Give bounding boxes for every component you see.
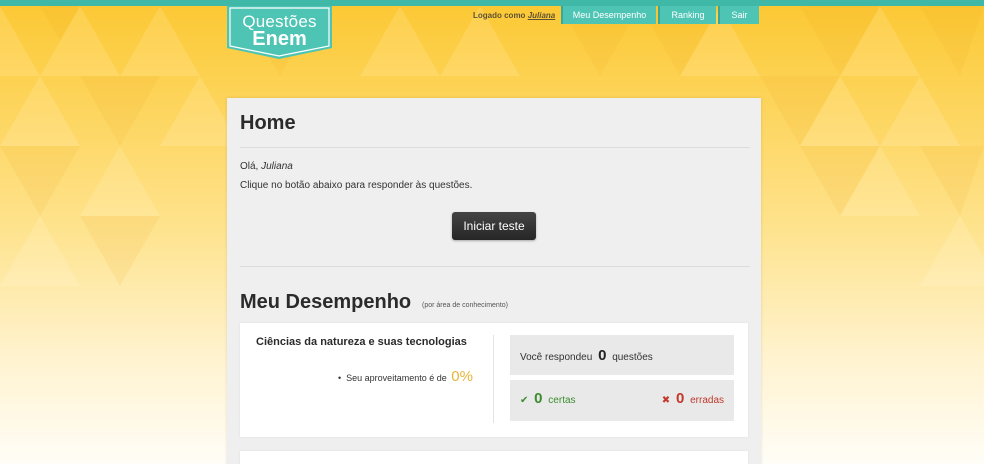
nav-item-label: Sair (731, 10, 748, 20)
answered-suffix: questões (612, 352, 653, 363)
correct-label: certas (548, 395, 576, 406)
greeting-prefix: Olá, (240, 161, 259, 172)
start-test-button[interactable]: Iniciar teste (452, 212, 536, 240)
title-divider (240, 147, 750, 148)
answered-count: 0 (598, 347, 607, 364)
correct-count: 0 (534, 390, 543, 407)
correct-stat: ✔ 0 certas (520, 390, 576, 407)
answered-prefix: Você respondeu (520, 352, 593, 363)
performance-title: Meu Desempenho (240, 291, 412, 313)
answered-box: Você respondeu 0 questões (510, 335, 734, 375)
aprov-label: Seu aproveitamento é de (346, 373, 447, 383)
results-box: ✔ 0 certas ✖ 0 erradas (510, 380, 734, 421)
site-logo[interactable]: Questões Enem (227, 6, 332, 59)
nav-meu-desempenho[interactable]: Meu Desempenho (561, 6, 656, 24)
aprov-line: • Seu aproveitamento é de 0% (338, 368, 473, 385)
check-icon: ✔ (520, 395, 529, 406)
bullet-icon: • (338, 373, 342, 383)
section-divider (240, 266, 750, 267)
greeting-username: Juliana (261, 161, 293, 172)
x-icon: ✖ (661, 395, 671, 406)
greeting-text: Olá, Juliana (240, 161, 293, 172)
nav-ranking[interactable]: Ranking (658, 6, 716, 24)
nav-item-label: Ranking (671, 10, 705, 20)
aprov-value: 0% (451, 368, 473, 385)
logged-username[interactable]: Juliana (528, 11, 556, 20)
instruction-text: Clique no botão abaixo para responder às… (240, 180, 473, 191)
wrong-stat: ✖ 0 erradas (662, 390, 724, 407)
nav-item-label: Meu Desempenho (572, 10, 647, 20)
answered-text: Você respondeu 0 questões (520, 347, 653, 364)
logged-prefix: Logado como (473, 11, 526, 20)
wrong-count: 0 (675, 390, 685, 407)
area-card: Ciências da natureza e suas tecnologias … (240, 323, 748, 437)
main-panel: Home Olá, Juliana Clique no botão abaixo… (227, 98, 761, 464)
logged-in-status: Logado como Juliana (473, 11, 555, 20)
logo-text-enem: Enem (252, 28, 307, 50)
page-title: Home (240, 112, 296, 134)
card-divider (493, 335, 494, 423)
area-name: Ciências da natureza e suas tecnologias (256, 336, 467, 348)
nav-sair[interactable]: Sair (718, 6, 759, 24)
wrong-label: erradas (690, 395, 724, 406)
performance-subtitle: (por área de conhecimento) (422, 302, 508, 309)
area-card-next (240, 451, 748, 464)
